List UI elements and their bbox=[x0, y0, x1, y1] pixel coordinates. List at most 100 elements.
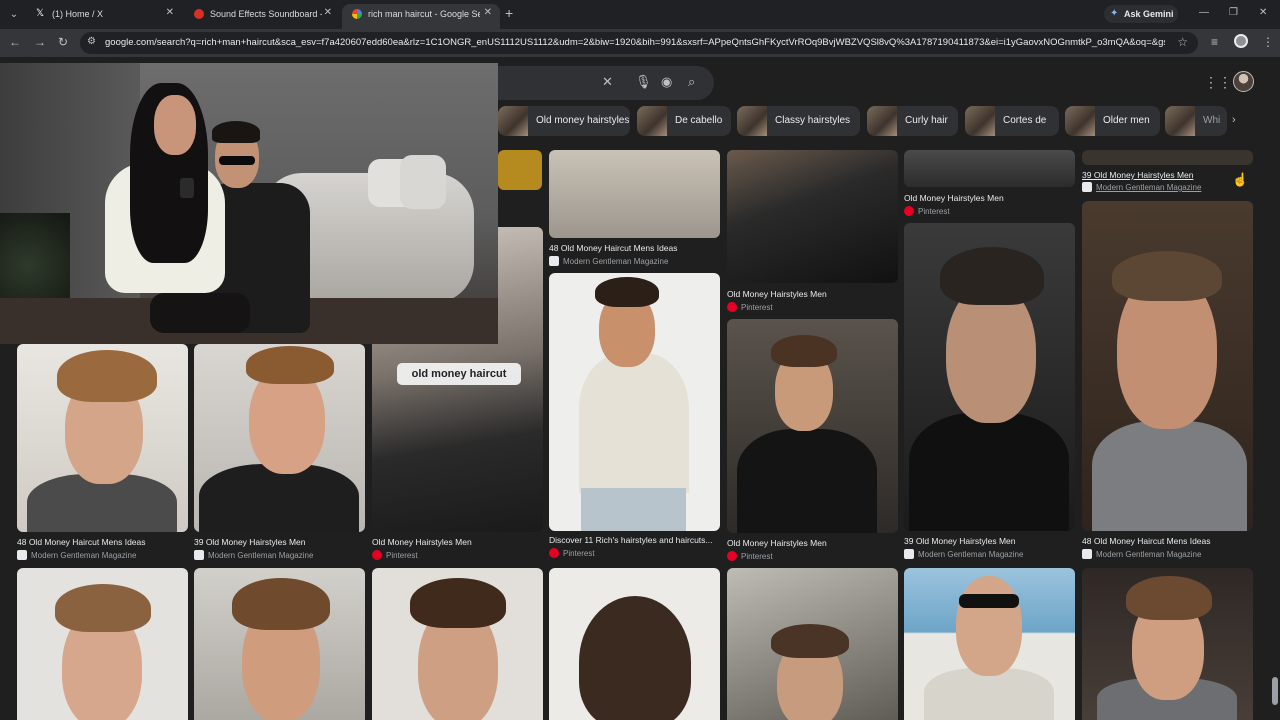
result-source[interactable]: Pinterest bbox=[727, 551, 773, 561]
ask-gemini-button[interactable]: ✦ Ask Gemini bbox=[1104, 5, 1178, 23]
reload-icon[interactable]: ↻ bbox=[58, 35, 68, 49]
source-label: Modern Gentleman Magazine bbox=[918, 550, 1024, 559]
image-result[interactable] bbox=[904, 568, 1075, 720]
lens-icon[interactable]: ◉ bbox=[661, 74, 672, 90]
chip-label: Older men bbox=[1103, 115, 1150, 126]
image-result[interactable]: 48 Old Money Haircut Mens Ideas Modern G… bbox=[1082, 201, 1253, 563]
source-label: Modern Gentleman Magazine bbox=[563, 257, 669, 266]
image-result[interactable] bbox=[194, 568, 365, 720]
chip-thumbnail bbox=[1165, 106, 1195, 136]
chip-de-cabello[interactable]: De cabello bbox=[637, 106, 731, 136]
result-caption[interactable]: 48 Old Money Haircut Mens Ideas bbox=[549, 243, 678, 253]
result-thumbnail bbox=[498, 150, 542, 190]
portrait-hair bbox=[57, 350, 157, 402]
chip-cortes-de[interactable]: Cortes de bbox=[965, 106, 1059, 136]
result-source[interactable]: Modern Gentleman Magazine bbox=[17, 550, 136, 560]
webcam-pillow bbox=[400, 155, 446, 209]
image-result[interactable]: 39 Old Money Hairstyles Men Modern Gentl… bbox=[904, 223, 1075, 563]
image-result[interactable]: 48 Old Money Haircut Mens Ideas Modern G… bbox=[17, 344, 188, 564]
result-thumbnail bbox=[727, 150, 898, 283]
image-result[interactable] bbox=[372, 568, 543, 720]
result-source[interactable]: Modern Gentleman Magazine bbox=[194, 550, 313, 560]
mic-icon[interactable]: 🎙 bbox=[635, 74, 652, 90]
search-box[interactable]: ✕ 🎙 ◉ ⌕ bbox=[470, 66, 714, 100]
page-scrollbar[interactable] bbox=[1270, 57, 1280, 720]
result-caption[interactable]: 39 Old Money Hairstyles Men bbox=[904, 536, 1016, 546]
image-result[interactable]: Old Money Hairstyles Men Pinterest bbox=[904, 150, 1075, 222]
restore-icon[interactable]: ❐ bbox=[1229, 7, 1238, 18]
menu-icon[interactable]: ⋮ bbox=[1262, 35, 1274, 49]
result-source[interactable]: Pinterest bbox=[904, 206, 950, 216]
result-caption[interactable]: Old Money Hairstyles Men bbox=[372, 537, 472, 547]
result-caption[interactable]: Old Money Hairstyles Men bbox=[904, 193, 1004, 203]
result-caption[interactable]: Old Money Hairstyles Men bbox=[727, 538, 827, 548]
account-avatar[interactable] bbox=[1233, 71, 1254, 92]
result-caption[interactable]: 39 Old Money Hairstyles Men bbox=[194, 537, 306, 547]
chip-classy-hairstyles[interactable]: Classy hairstyles bbox=[737, 106, 860, 136]
image-result[interactable]: Old Money Hairstyles Men Pinterest bbox=[727, 150, 898, 315]
source-label: Pinterest bbox=[386, 551, 418, 560]
image-result[interactable]: 39 Old Money Hairstyles Men Modern Gentl… bbox=[1082, 150, 1253, 194]
mouse-cursor-icon: ☝ bbox=[1232, 172, 1249, 187]
window-close-icon[interactable]: ✕ bbox=[1259, 7, 1267, 18]
image-result[interactable]: 39 Old Money Hairstyles Men Modern Gentl… bbox=[194, 344, 365, 564]
back-icon[interactable]: ← bbox=[9, 35, 21, 49]
pinterest-icon bbox=[727, 302, 737, 312]
result-caption[interactable]: 39 Old Money Hairstyles Men bbox=[1082, 170, 1194, 180]
chevron-right-icon[interactable]: › bbox=[1232, 114, 1236, 126]
tab-soundboard[interactable]: Sound Effects Soundboard - Ca ✕ bbox=[184, 4, 340, 29]
result-caption[interactable]: 48 Old Money Haircut Mens Ideas bbox=[1082, 536, 1211, 546]
image-result[interactable] bbox=[498, 150, 542, 190]
image-result[interactable] bbox=[17, 568, 188, 720]
result-source[interactable]: Modern Gentleman Magazine bbox=[549, 256, 668, 266]
minimize-icon[interactable]: — bbox=[1199, 7, 1209, 18]
browser-profile-avatar[interactable] bbox=[1234, 34, 1248, 48]
image-result[interactable] bbox=[1082, 568, 1253, 720]
image-result[interactable] bbox=[727, 568, 898, 720]
chip-old-money-hairstyles[interactable]: Old money hairstyles bbox=[498, 106, 630, 136]
forward-icon[interactable]: → bbox=[34, 35, 46, 49]
result-caption[interactable]: 48 Old Money Haircut Mens Ideas bbox=[17, 537, 146, 547]
result-source[interactable]: Pinterest bbox=[549, 548, 595, 558]
pinterest-icon bbox=[549, 548, 559, 558]
search-icon[interactable]: ⌕ bbox=[688, 74, 695, 90]
image-result[interactable]: 48 Old Money Haircut Mens Ideas Modern G… bbox=[549, 150, 720, 280]
image-result[interactable]: Discover 11 Rich's hairstyles and haircu… bbox=[549, 273, 720, 563]
result-thumbnail bbox=[194, 568, 365, 720]
result-thumbnail bbox=[17, 568, 188, 720]
modern-gentleman-icon bbox=[17, 550, 27, 560]
address-bar[interactable]: ⚙ google.com/search?q=rich+man+haircut&s… bbox=[80, 32, 1198, 54]
star-icon[interactable]: ☆ bbox=[1177, 35, 1188, 49]
tab-title: (1) Home / X bbox=[52, 9, 104, 19]
result-source[interactable]: Pinterest bbox=[372, 550, 418, 560]
tab-x-home[interactable]: 𝕏 (1) Home / X ✕ bbox=[26, 4, 182, 29]
tab-search-icon[interactable]: ⌄ bbox=[6, 7, 22, 23]
chip-thumbnail bbox=[737, 106, 767, 136]
chip-older-men[interactable]: Older men bbox=[1065, 106, 1160, 136]
image-result[interactable]: Old Money Hairstyles Men Pinterest bbox=[727, 319, 898, 565]
sunglasses bbox=[959, 594, 1019, 608]
result-caption[interactable]: Old Money Hairstyles Men bbox=[727, 289, 827, 299]
close-icon[interactable]: ✕ bbox=[166, 7, 174, 18]
soundboard-favicon-icon bbox=[194, 9, 204, 19]
result-source[interactable]: Modern Gentleman Magazine bbox=[904, 549, 1023, 559]
close-icon[interactable]: ✕ bbox=[484, 7, 492, 18]
chip-white[interactable]: Whi bbox=[1165, 106, 1227, 136]
portrait-hair bbox=[246, 346, 334, 384]
result-source[interactable]: Modern Gentleman Magazine bbox=[1082, 182, 1201, 192]
source-label: Modern Gentleman Magazine bbox=[31, 551, 137, 560]
portrait-hair bbox=[1126, 576, 1212, 620]
pinterest-icon bbox=[727, 551, 737, 561]
scrollbar-thumb[interactable] bbox=[1272, 677, 1278, 705]
clear-icon[interactable]: ✕ bbox=[602, 74, 613, 90]
tab-google-search[interactable]: rich man haircut - Google Sear ✕ bbox=[342, 4, 500, 29]
new-tab-button[interactable]: + bbox=[505, 5, 513, 21]
image-result[interactable] bbox=[549, 568, 720, 720]
chip-curly-hair[interactable]: Curly hair bbox=[867, 106, 958, 136]
close-icon[interactable]: ✕ bbox=[324, 7, 332, 18]
media-controls-icon[interactable]: ≡ bbox=[1211, 35, 1218, 49]
result-source[interactable]: Modern Gentleman Magazine bbox=[1082, 549, 1201, 559]
site-info-icon[interactable]: ⚙ bbox=[87, 36, 96, 47]
result-source[interactable]: Pinterest bbox=[727, 302, 773, 312]
result-caption[interactable]: Discover 11 Rich's hairstyles and haircu… bbox=[549, 535, 713, 545]
